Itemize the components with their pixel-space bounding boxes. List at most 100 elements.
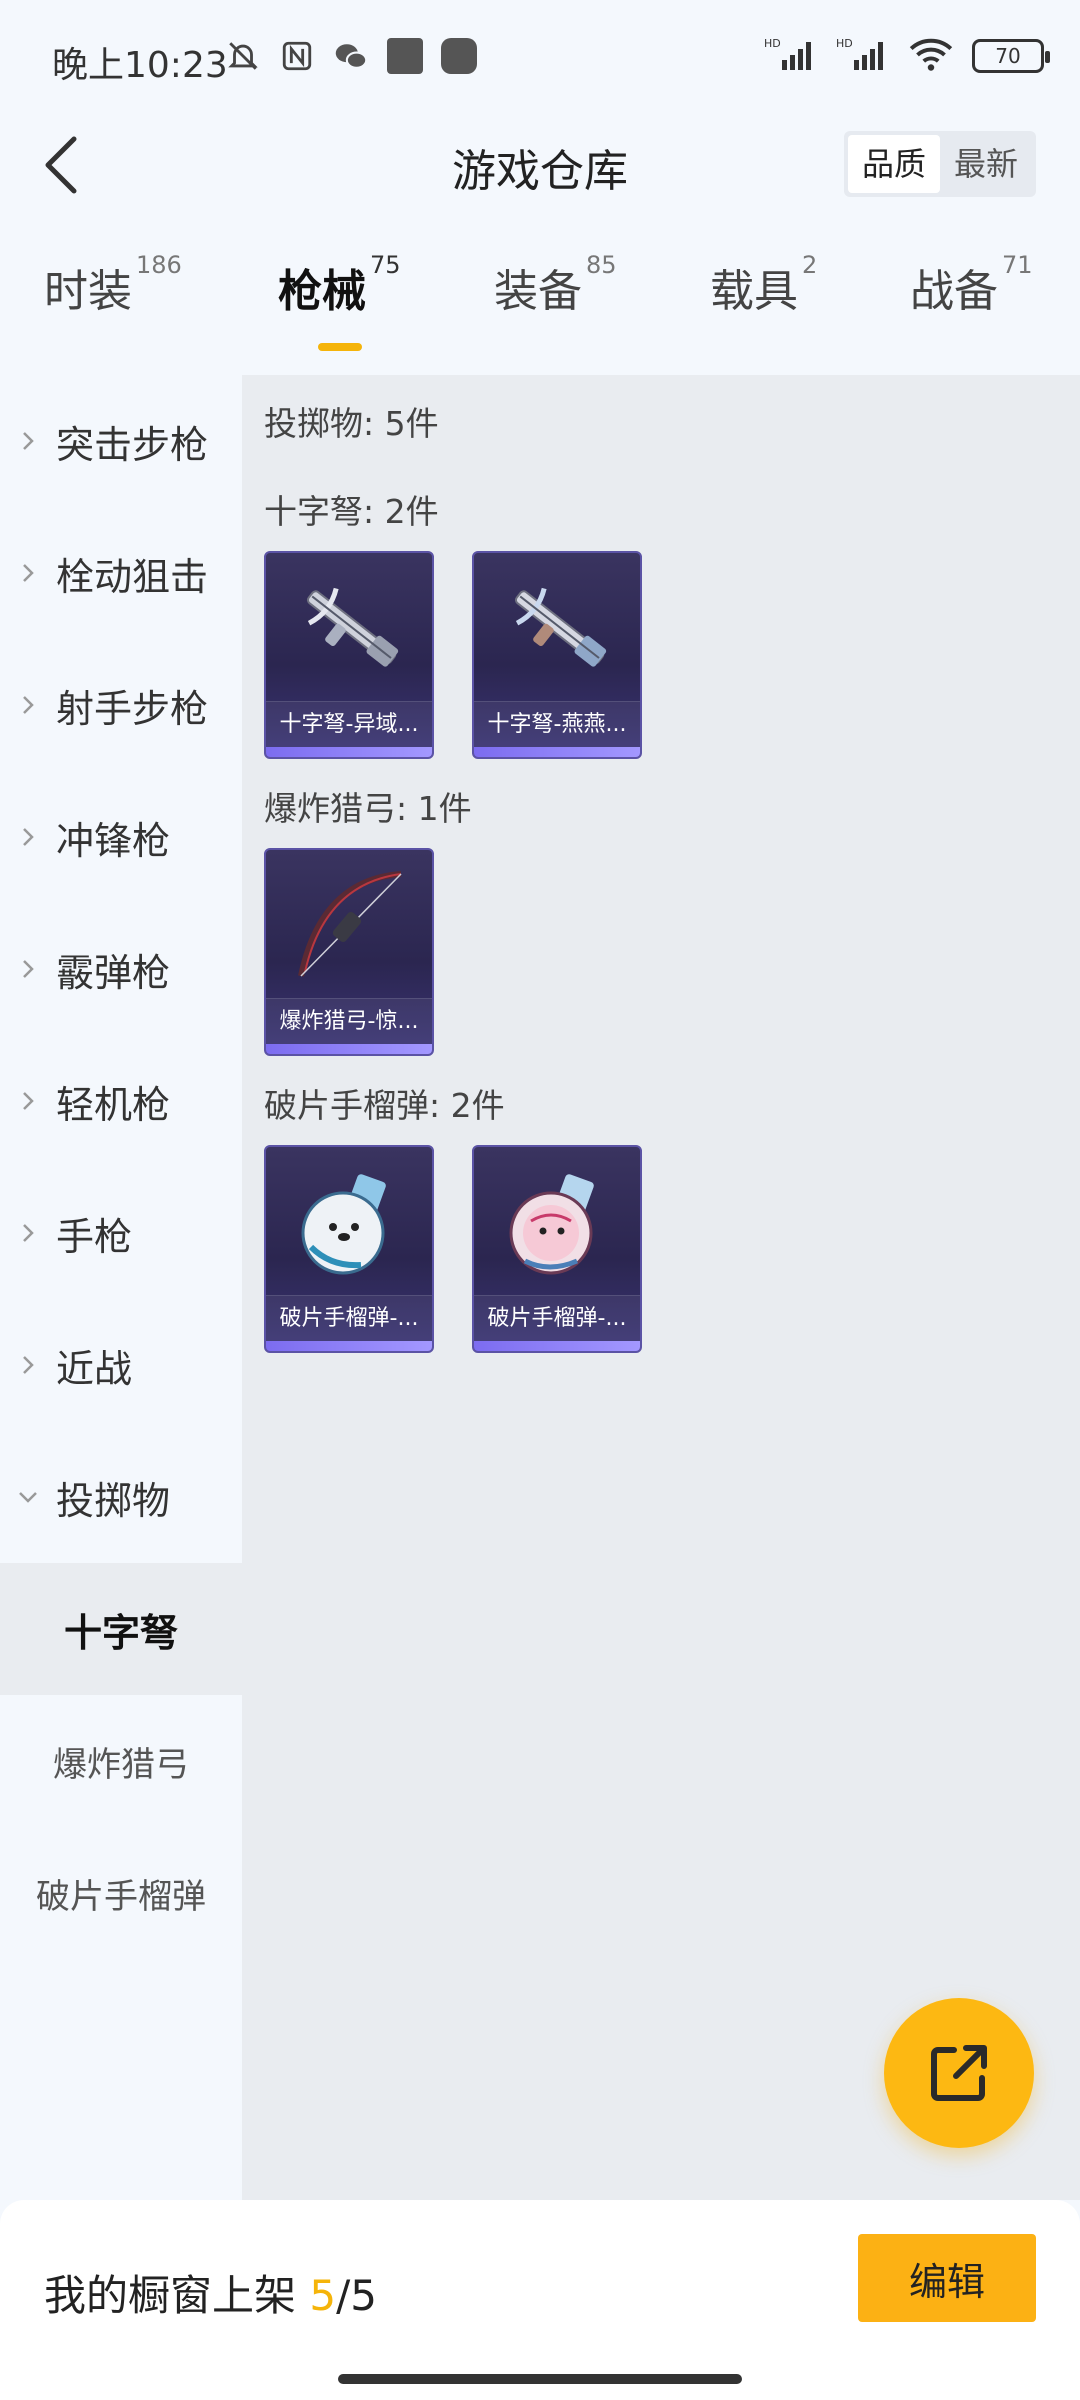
tab-equipment[interactable]: 装备85: [494, 251, 617, 319]
group-label-crossbow: 十字弩: 2件: [264, 492, 439, 531]
sidebar-item-marksman-rifle[interactable]: 射手步枪: [0, 639, 242, 771]
tab-count: 71: [1002, 251, 1033, 279]
tab-count: 85: [586, 251, 617, 279]
item-grid-panel: 投掷物: 5件 十字弩: 2件 十字弩-异域... 十字弩-燕燕... 爆炸猎弓…: [242, 375, 1080, 2200]
weapon-type-sidebar: 突击步枪 栓动狙击 射手步枪 冲锋枪 霰弹枪 轻机枪 手枪 近战 投掷物 十字弩…: [0, 375, 242, 2200]
sort-option-latest[interactable]: 最新: [940, 135, 1032, 193]
grenade-image: [474, 1147, 640, 1297]
group-label-explosive-bow: 爆炸猎弓: 1件: [264, 789, 472, 828]
app-notification-icon: [441, 38, 477, 74]
app-notification-icon: [387, 38, 423, 74]
item-card[interactable]: 破片手榴弹-...: [264, 1145, 434, 1353]
header: 游戏仓库 品质 最新: [0, 115, 1080, 215]
showcase-status: 我的橱窗上架 5/5: [44, 2262, 377, 2323]
item-card[interactable]: 十字弩-燕燕...: [472, 551, 642, 759]
sidebar-subitem-crossbow[interactable]: 十字弩: [0, 1563, 242, 1695]
item-name: 十字弩-异域...: [266, 701, 432, 747]
tab-firearms[interactable]: 枪械75: [278, 251, 401, 319]
sidebar-item-label: 投掷物: [56, 1478, 171, 1523]
svg-text:HD: HD: [836, 37, 853, 50]
nfc-icon: [279, 38, 315, 74]
share-external-icon: [931, 2045, 987, 2101]
showcase-label: 我的橱窗上架: [44, 2271, 297, 2320]
tab-label: 装备: [494, 266, 582, 317]
edit-button[interactable]: 编辑: [858, 2234, 1036, 2322]
crossbow-image: [474, 553, 640, 703]
item-name: 破片手榴弹-...: [266, 1295, 432, 1341]
sidebar-subitem-frag-grenade[interactable]: 破片手榴弹: [0, 1827, 242, 1959]
wechat-icon: [333, 38, 369, 74]
rarity-bar: [474, 1341, 640, 1351]
item-name: 破片手榴弹-...: [474, 1295, 640, 1341]
tab-count: 75: [370, 251, 401, 279]
sidebar-item-bolt-sniper[interactable]: 栓动狙击: [0, 507, 242, 639]
showcase-total-count: 5: [350, 2271, 377, 2320]
active-tab-indicator: [318, 343, 362, 351]
sidebar-item-lmg[interactable]: 轻机枪: [0, 1035, 242, 1167]
rarity-bar: [474, 747, 640, 757]
category-summary: 投掷物: 5件: [264, 404, 439, 443]
home-indicator[interactable]: [338, 2374, 742, 2384]
sidebar-subitem-explosive-bow[interactable]: 爆炸猎弓: [0, 1695, 242, 1827]
sidebar-item-label: 手枪: [56, 1214, 133, 1259]
bow-image: [266, 850, 432, 1000]
sidebar-item-label: 栓动狙击: [56, 554, 209, 599]
sidebar-item-label: 射手步枪: [56, 686, 209, 731]
tab-count: 186: [136, 251, 182, 279]
rarity-bar: [266, 747, 432, 757]
chevron-right-icon: [0, 1090, 56, 1112]
bottom-bar: 我的橱窗上架 5/5 编辑: [0, 2200, 1080, 2400]
item-name: 十字弩-燕燕...: [474, 701, 640, 747]
tab-label: 战备: [910, 266, 998, 317]
chevron-right-icon: [0, 430, 56, 452]
wifi-icon: [908, 36, 954, 76]
sidebar-item-throwables[interactable]: 投掷物: [0, 1431, 242, 1563]
showcase-separator: /: [336, 2271, 351, 2320]
chevron-right-icon: [0, 1354, 56, 1376]
sidebar-item-shotgun[interactable]: 霰弹枪: [0, 903, 242, 1035]
chevron-right-icon: [0, 562, 56, 584]
tab-supplies[interactable]: 战备71: [910, 251, 1033, 319]
item-card[interactable]: 破片手榴弹-...: [472, 1145, 642, 1353]
sidebar-item-label: 霰弹枪: [56, 950, 171, 995]
battery-level: 70: [995, 44, 1021, 68]
status-time: 晚上10:23: [52, 45, 228, 86]
status-notification-icons: [225, 38, 477, 74]
group-label-frag-grenade: 破片手榴弹: 2件: [264, 1086, 505, 1125]
bell-muted-icon: [225, 38, 261, 74]
item-card[interactable]: 十字弩-异域...: [264, 551, 434, 759]
crossbow-image: [266, 553, 432, 703]
battery-icon: 70: [972, 39, 1050, 73]
svg-text:HD: HD: [764, 37, 781, 50]
sidebar-item-pistol[interactable]: 手枪: [0, 1167, 242, 1299]
chevron-right-icon: [0, 1222, 56, 1244]
chevron-right-icon: [0, 694, 56, 716]
chevron-right-icon: [0, 826, 56, 848]
grenade-image: [266, 1147, 432, 1297]
status-system-icons: HD HD 70: [764, 36, 1050, 76]
showcase-current-count: 5: [309, 2271, 337, 2320]
status-bar: 晚上10:23 HD HD 70: [0, 0, 1080, 115]
tab-label: 枪械: [278, 266, 366, 317]
sidebar-item-smg[interactable]: 冲锋枪: [0, 771, 242, 903]
share-button[interactable]: [884, 1998, 1034, 2148]
signal-icon: HD: [764, 36, 818, 76]
sidebar-item-label: 冲锋枪: [56, 818, 171, 863]
sidebar-item-label: 轻机枪: [56, 1082, 171, 1127]
tab-label: 载具: [710, 266, 798, 317]
tab-count: 2: [802, 251, 818, 279]
rarity-bar: [266, 1044, 432, 1054]
sidebar-item-label: 突击步枪: [56, 422, 209, 467]
sidebar-item-melee[interactable]: 近战: [0, 1299, 242, 1431]
category-tabs: 时装186 枪械75 装备85 载具2 战备71: [0, 251, 1080, 375]
signal-icon: HD: [836, 36, 890, 76]
tab-costume[interactable]: 时装186: [44, 251, 182, 319]
sort-toggle: 品质 最新: [843, 131, 1036, 197]
chevron-down-icon: [0, 1490, 56, 1504]
item-card[interactable]: 爆炸猎弓-惊...: [264, 848, 434, 1056]
sort-option-quality[interactable]: 品质: [847, 135, 940, 193]
chevron-right-icon: [0, 958, 56, 980]
sidebar-item-assault-rifle[interactable]: 突击步枪: [0, 375, 242, 507]
tab-vehicles[interactable]: 载具2: [710, 251, 817, 319]
sidebar-item-label: 近战: [56, 1346, 133, 1391]
